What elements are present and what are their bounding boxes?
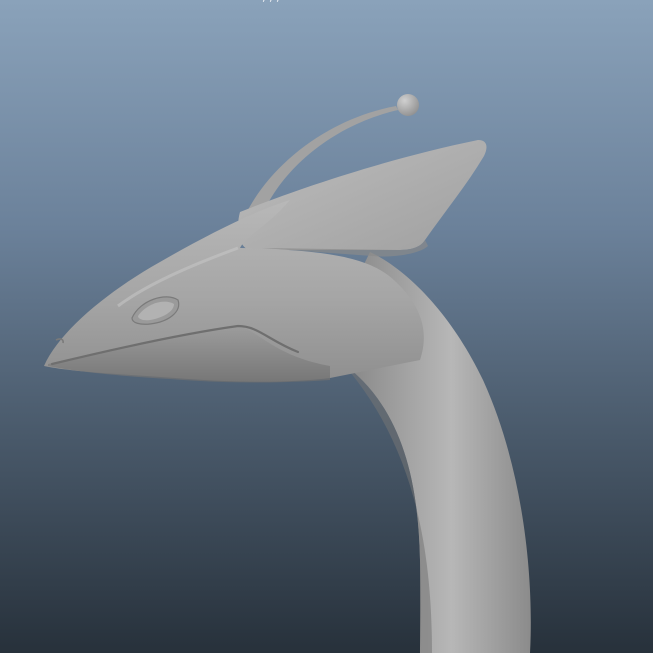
- viewport-hud-label: , , ,: [262, 0, 279, 4]
- antenna-ball: [397, 94, 419, 116]
- viewport-canvas[interactable]: [0, 0, 653, 653]
- 3d-viewport[interactable]: , , ,: [0, 0, 653, 653]
